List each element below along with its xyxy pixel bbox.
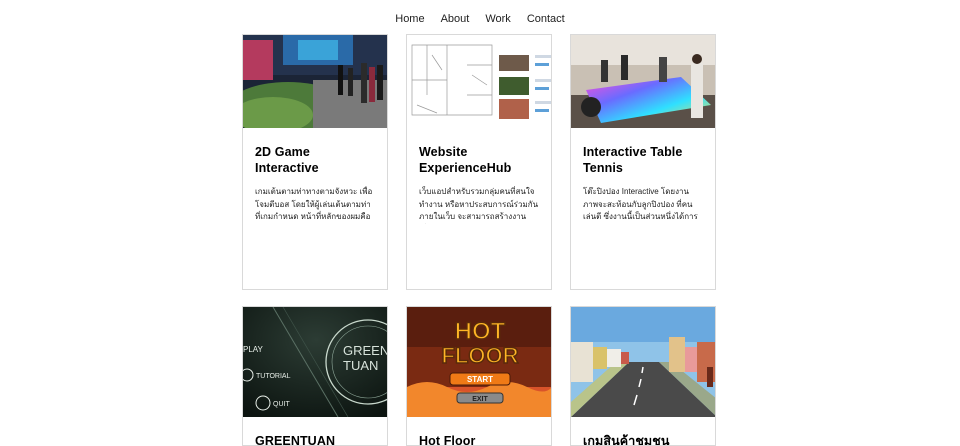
project-thumbnail-table-tennis xyxy=(571,35,715,128)
project-card-community-game[interactable]: เกมสินค้าชุมชนออน... xyxy=(570,306,716,446)
project-title: Interactive Table Tennis xyxy=(583,145,683,175)
project-title: GREENTUAN xyxy=(255,434,336,446)
menu-tutorial: TUTORIAL xyxy=(256,373,291,380)
start-label: START xyxy=(467,375,493,384)
exit-label: EXIT xyxy=(472,396,488,403)
project-card-greentuan[interactable]: GREEN TUAN PLAY TUTORIAL QUIT GREENTUAN xyxy=(242,306,388,446)
project-title: เกมสินค้าชุมชนออน... xyxy=(583,434,670,446)
project-thumbnail-experiencehub xyxy=(407,35,551,128)
project-card-table-tennis[interactable]: Interactive Table Tennis โต๊ะปิงปอง Inte… xyxy=(570,34,716,290)
project-card-hot-floor[interactable]: HOT FLOOR START EXIT Hot Floor xyxy=(406,306,552,446)
project-thumbnail-2d-game xyxy=(243,35,387,128)
project-description: โต๊ะปิงปอง Interactive โดยงานภาพจะสะท้อน… xyxy=(583,187,698,221)
nav-contact[interactable]: Contact xyxy=(519,12,573,26)
project-title: Hot Floor xyxy=(419,434,476,446)
project-thumbnail-community-game xyxy=(571,307,715,417)
project-card-2d-game[interactable]: 2D Game Interactive เกมเต้นตามท่าทางตามจ… xyxy=(242,34,388,290)
greentuan-logo-line1: GREEN xyxy=(343,343,388,358)
nav-work[interactable]: Work xyxy=(477,12,518,26)
project-thumbnail-greentuan: GREEN TUAN PLAY TUTORIAL QUIT xyxy=(243,307,388,417)
hot-floor-logo-line1: HOT xyxy=(455,318,506,345)
project-title: Website ExperienceHub xyxy=(419,145,512,175)
nav-home[interactable]: Home xyxy=(387,12,432,26)
nav-about[interactable]: About xyxy=(433,12,478,26)
top-navigation: Home About Work Contact xyxy=(0,12,960,26)
project-description: เกมเต้นตามท่าทางตามจังหวะ เพื่อโจมตีบอส … xyxy=(255,187,373,221)
menu-quit: QUIT xyxy=(273,401,290,408)
project-description: เว็บแอปสำหรับรวมกลุ่มคนที่สนใจทำงาน หรือ… xyxy=(419,187,539,221)
project-thumbnail-hot-floor: HOT FLOOR START EXIT xyxy=(407,307,551,417)
greentuan-logo-line2: TUAN xyxy=(343,358,378,373)
hot-floor-logo-line2: FLOOR xyxy=(442,343,519,368)
project-title: 2D Game Interactive xyxy=(255,145,319,175)
project-card-experiencehub[interactable]: Website ExperienceHub เว็บแอปสำหรับรวมกล… xyxy=(406,34,552,290)
menu-play: PLAY xyxy=(243,345,264,354)
